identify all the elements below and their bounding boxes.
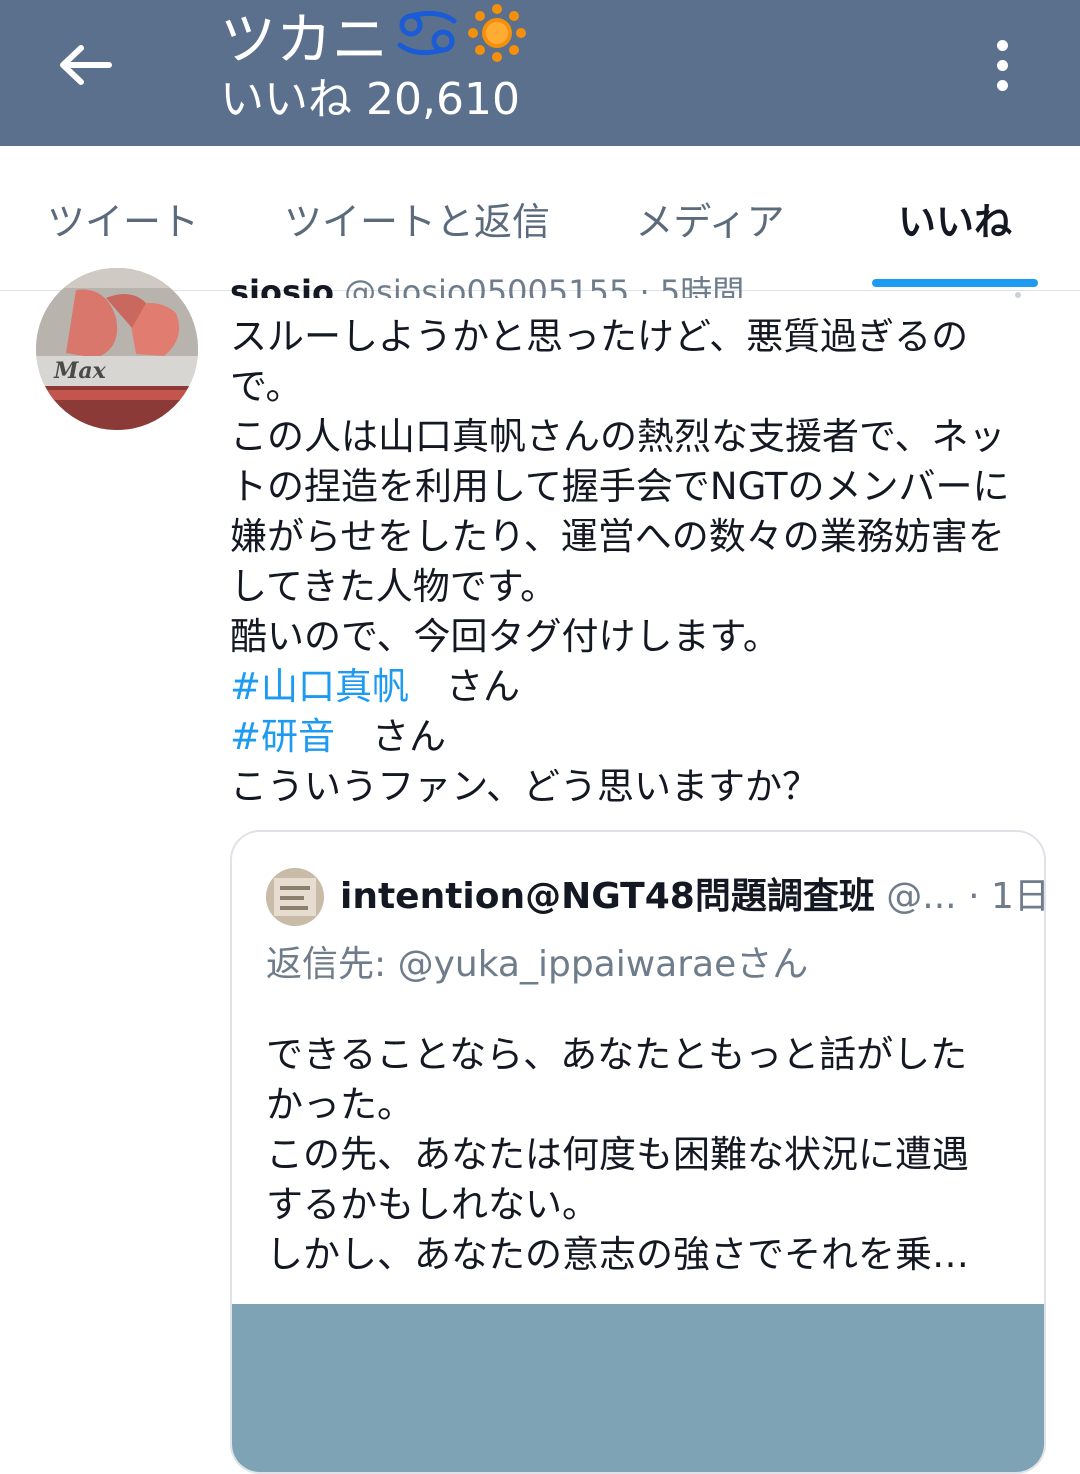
back-arrow-icon[interactable] bbox=[50, 30, 120, 100]
quoted-media-image[interactable] bbox=[232, 1304, 1044, 1472]
more-options-icon[interactable] bbox=[980, 30, 1024, 100]
tweet-body: スルーしようかと思ったけど、悪質過ぎるの で。 この人は山口真帆さんの熱烈な支援… bbox=[230, 312, 1040, 812]
quoted-line: この先、あなたは何度も困難な状況に遭遇 bbox=[266, 1133, 969, 1176]
cancer-zodiac-icon bbox=[394, 7, 460, 74]
tweet-line: スルーしようかと思ったけど、悪質過ぎるの bbox=[230, 315, 969, 358]
quoted-tweet-body: できることなら、あなたともっと話がした かった。 この先、あなたは何度も困難な状… bbox=[266, 1030, 1006, 1280]
sun-emoji-icon bbox=[466, 2, 528, 79]
tweet-time: 5時間 bbox=[659, 273, 745, 298]
tweet-line: 酷いので、今回タグ付けします。 bbox=[230, 615, 780, 658]
quoted-line: できることなら、あなたともっと話がした bbox=[266, 1033, 968, 1076]
avatar-image: Max bbox=[36, 268, 198, 430]
tab-tweets-and-replies[interactable]: ツイートと返信 bbox=[262, 146, 572, 290]
profile-header: ツカニ いいね 20,610 bbox=[0, 0, 1080, 146]
svg-text:Max: Max bbox=[53, 358, 107, 384]
tweet-header[interactable]: siosio @siosio05005155 · 5時間 bbox=[230, 272, 1030, 298]
quoted-author-name: intention@NGT48問題調査班 bbox=[340, 876, 875, 917]
hashtag-link[interactable]: #山口真帆 bbox=[230, 665, 409, 708]
quoted-line: かった。 bbox=[266, 1083, 414, 1126]
tweet-author-name: siosio bbox=[230, 273, 334, 298]
quoted-line: するかもしれない。 bbox=[266, 1183, 599, 1226]
avatar[interactable]: Max bbox=[36, 268, 198, 430]
profile-tabs: ツイート ツイートと返信 メディア いいね bbox=[0, 146, 1080, 291]
hashtag-line: #山口真帆 さん bbox=[230, 662, 1040, 712]
hashtag-suffix: さん bbox=[335, 715, 447, 758]
quoted-time: · 1日 bbox=[968, 876, 1046, 917]
tab-likes[interactable]: いいね bbox=[862, 146, 1048, 290]
quoted-tweet-card[interactable]: intention@NGT48問題調査班 @... · 1日 返信先: @yuk… bbox=[230, 830, 1046, 1474]
tweet-line: 嫌がらせをしたり、運営への数々の業務妨害を bbox=[230, 515, 1005, 558]
profile-name: ツカニ bbox=[220, 2, 528, 79]
tweet-line: こういうファン、どう思いますか？ bbox=[230, 765, 820, 808]
tweet-author-handle: @siosio05005155 bbox=[344, 273, 630, 298]
hashtag-line: #研音 さん bbox=[230, 712, 1040, 762]
tweet-line: で。 bbox=[230, 365, 303, 408]
back-arrow-svg bbox=[60, 45, 112, 85]
quoted-reply-to: 返信先: @yuka_ippaiwaraeさん bbox=[266, 944, 809, 985]
tweet-line: してきた人物です。 bbox=[230, 565, 558, 608]
quoted-author-handle: @... bbox=[886, 876, 957, 917]
tab-media[interactable]: メディア bbox=[610, 146, 810, 290]
overflow-dot bbox=[1015, 292, 1021, 298]
tweet-line: トの捏造を利用して握手会でNGTのメンバーに bbox=[230, 465, 1010, 508]
hashtag-suffix: さん bbox=[409, 665, 521, 708]
profile-name-text: ツカニ bbox=[220, 7, 388, 73]
hashtag-link[interactable]: #研音 bbox=[230, 715, 335, 758]
quoted-avatar bbox=[266, 868, 324, 926]
quoted-tweet-header: intention@NGT48問題調査班 @... · 1日 bbox=[340, 872, 1046, 922]
likes-count: いいね 20,610 bbox=[220, 74, 520, 125]
quoted-line: しかし、あなたの意志の強さでそれを乗… bbox=[266, 1233, 969, 1276]
tweet-line: この人は山口真帆さんの熱烈な支援者で、ネッ bbox=[230, 415, 1006, 458]
